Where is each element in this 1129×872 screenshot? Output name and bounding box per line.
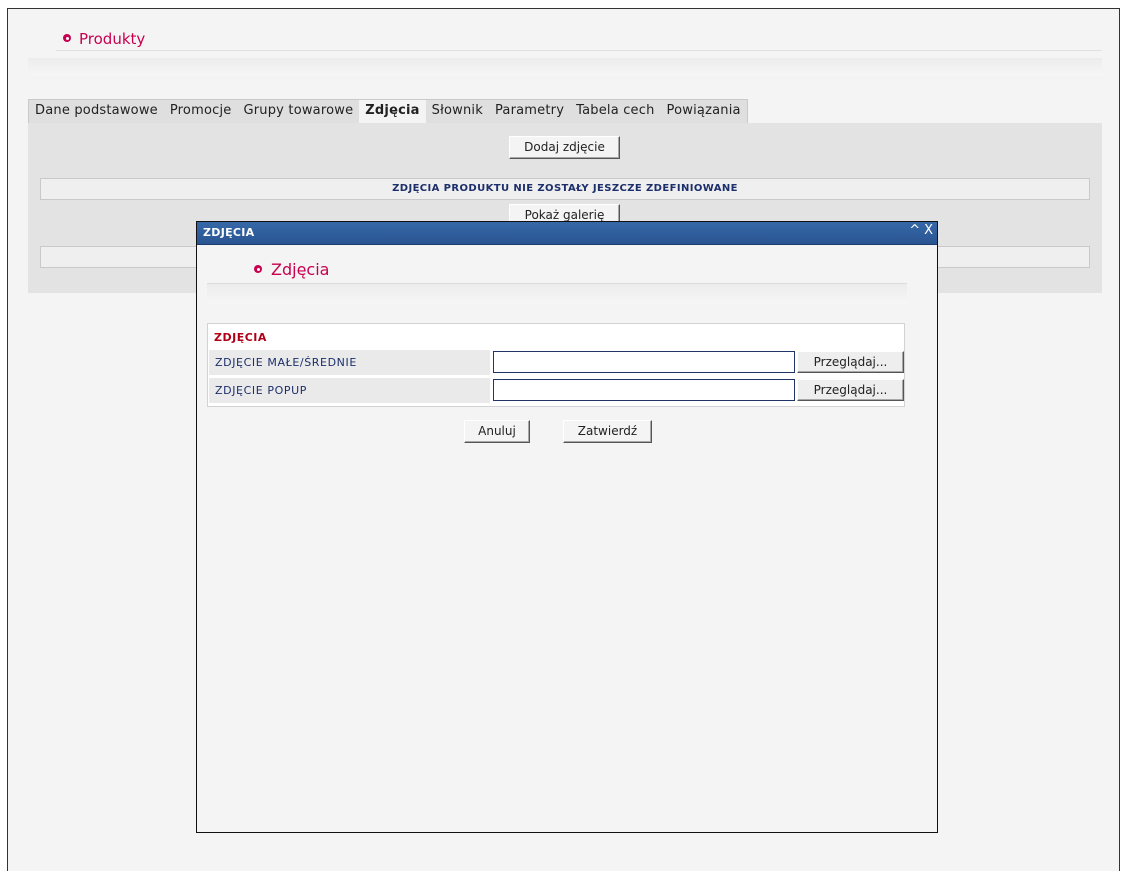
add-photo-button[interactable]: Dodaj zdjęcie <box>509 136 620 159</box>
photo-upload-form: Zdjęcia Zdjęcie małe/średnie Przeglądaj.… <box>207 323 905 407</box>
bullet-icon <box>254 265 262 273</box>
photos-dialog: Zdjęcia ^ X Zdjęcia Zdjęcia Zdjęcie małe… <box>196 221 938 833</box>
page-title-text: Produkty <box>79 30 146 48</box>
cancel-button[interactable]: Anuluj <box>464 420 530 443</box>
tab-parametry[interactable]: Parametry <box>489 100 570 124</box>
tab-grupy-towarowe[interactable]: Grupy towarowe <box>237 100 359 124</box>
small-photo-label: Zdjęcie małe/średnie <box>209 350 490 375</box>
popup-photo-input[interactable] <box>493 379 795 401</box>
tab-dane-podstawowe[interactable]: Dane podstawowe <box>29 100 164 124</box>
popup-photo-label: Zdjęcie popup <box>209 378 490 403</box>
page-title: Produkty <box>63 30 145 48</box>
dialog-titlebar[interactable]: Zdjęcia ^ X <box>197 222 937 245</box>
tab-bar: Dane podstawowe Promocje Grupy towarowe … <box>28 99 748 124</box>
popup-photo-browse-button[interactable]: Przeglądaj... <box>797 379 904 401</box>
minimize-icon[interactable]: ^ <box>909 223 920 238</box>
form-row-popup-photo: Zdjęcie popup Przeglądaj... <box>209 378 904 403</box>
dialog-band <box>207 284 907 304</box>
title-band <box>28 58 1102 76</box>
title-divider <box>56 50 1102 51</box>
close-icon[interactable]: X <box>924 223 933 238</box>
no-photos-message: Zdjęcia produktu nie zostały jeszcze zde… <box>40 178 1090 200</box>
small-photo-browse-button[interactable]: Przeglądaj... <box>797 351 904 373</box>
small-photo-input[interactable] <box>493 351 795 373</box>
confirm-button[interactable]: Zatwierdź <box>563 420 652 443</box>
app-frame: Produkty Dane podstawowe Promocje Grupy … <box>7 8 1120 871</box>
tab-promocje[interactable]: Promocje <box>164 100 238 124</box>
dialog-heading-text: Zdjęcia <box>271 260 330 279</box>
form-row-small-photo: Zdjęcie małe/średnie Przeglądaj... <box>209 350 904 375</box>
form-section-title: Zdjęcia <box>214 331 267 344</box>
tab-zdjecia[interactable]: Zdjęcia <box>359 100 426 124</box>
tab-slownik[interactable]: Słownik <box>426 100 489 124</box>
bullet-icon <box>63 34 71 42</box>
tab-tabela-cech[interactable]: Tabela cech <box>570 100 660 124</box>
dialog-heading: Zdjęcia <box>254 260 329 279</box>
tab-powiazania[interactable]: Powiązania <box>661 100 747 124</box>
dialog-title: Zdjęcia <box>203 226 255 239</box>
